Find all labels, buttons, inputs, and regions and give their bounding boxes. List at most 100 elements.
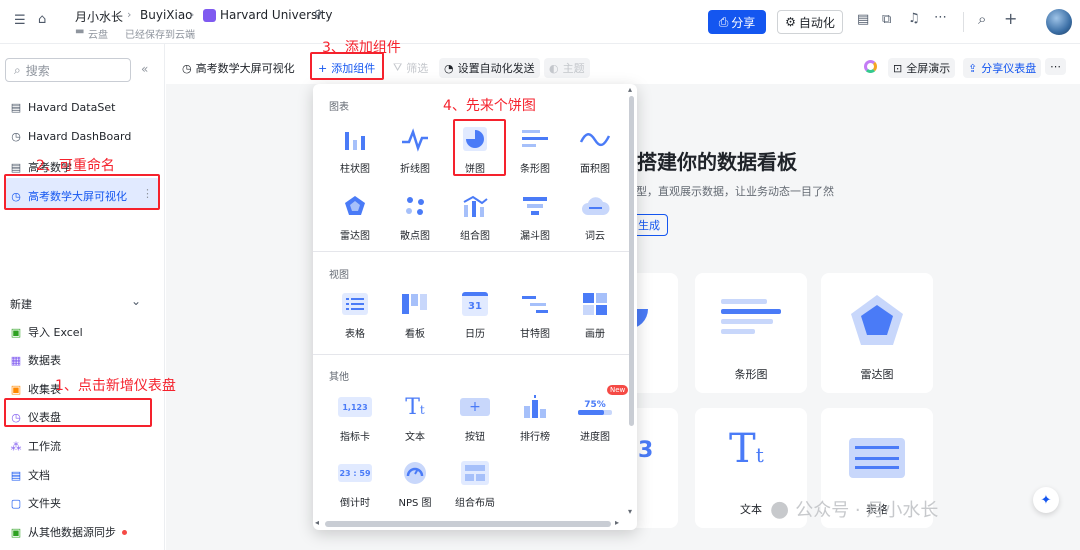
avatar[interactable] <box>1046 9 1072 35</box>
component-metric-card[interactable]: 1,123 指标卡 <box>327 390 383 443</box>
location-label[interactable]: 云盘 <box>88 26 108 41</box>
search-icon[interactable]: ⌕ <box>978 10 986 28</box>
component-leaderboard[interactable]: 排行榜 <box>507 390 563 443</box>
gantt-icon <box>507 287 563 321</box>
scroll-right-arrow[interactable]: ▸ <box>615 518 619 527</box>
metric-card-icon: 1,123 <box>327 390 383 424</box>
leaderboard-icon <box>507 390 563 424</box>
section-title-others: 其他 <box>329 372 349 383</box>
chevron-down-icon[interactable]: ⌄ <box>131 294 141 308</box>
share-button[interactable]: ⎙ 分享 <box>708 10 766 34</box>
more-button[interactable]: ⋯ <box>1045 58 1066 75</box>
vertical-scrollbar[interactable] <box>629 96 634 426</box>
fullscreen-button[interactable]: ⊡ 全屏演示 <box>888 58 956 78</box>
scroll-down-arrow[interactable]: ▾ <box>628 507 632 516</box>
more-icon[interactable]: ⋯ <box>934 10 947 25</box>
component-button[interactable]: + 按钮 <box>447 390 503 443</box>
combo-chart-icon <box>447 189 503 223</box>
table-icon <box>849 438 905 478</box>
new-sync-source[interactable]: ▣ 从其他数据源同步 <box>10 524 127 540</box>
annotation-step1: 1、点击新增仪表盘 <box>55 378 176 394</box>
breadcrumb-item-1[interactable]: 月小水长 <box>75 8 123 25</box>
component-funnel-chart[interactable]: 漏斗图 <box>507 189 563 242</box>
share-dashboard-button[interactable]: ⇪ 分享仪表盘 <box>963 58 1042 78</box>
calendar-icon: 31 <box>447 287 503 321</box>
new-import-excel[interactable]: ▣ 导入 Excel <box>10 324 83 340</box>
pin-icon[interactable]: ⚲ <box>314 8 322 21</box>
sidebar-item-havard-dashboard[interactable]: ◷ Havard DashBoard <box>10 130 131 143</box>
new-section-label: 新建 <box>10 298 32 311</box>
red-dot-badge <box>122 529 127 535</box>
plus-icon[interactable]: + <box>1004 9 1017 28</box>
form-icon[interactable]: ▤ <box>857 12 869 27</box>
funnel-chart-icon <box>507 189 563 223</box>
sidebar-item-havard-dataset[interactable]: ▤ Havard DataSet <box>10 101 116 114</box>
search-input[interactable]: ⌕ 搜索 <box>5 58 131 82</box>
component-countdown[interactable]: 23 : 59 倒计时 <box>327 456 383 509</box>
component-bar-chart[interactable]: 柱状图 <box>327 122 383 175</box>
clock-icon: ◔ <box>444 61 454 75</box>
cloud-icon <box>567 189 623 223</box>
sparkle-icon: ✦ <box>1040 492 1052 508</box>
new-folder[interactable]: ▢ 文件夹 <box>10 495 61 511</box>
chevron-right-icon: › <box>127 8 132 21</box>
divider <box>313 251 629 252</box>
dashboard-toolbar: ◷ 高考数学大屏可视化 + 添加组件 ⛛ 筛选 ◔ 设置自动化发送 ◐ 主题 ⊡ 全屏演示 … <box>166 55 1080 83</box>
component-word-cloud[interactable]: 词云 <box>567 189 623 242</box>
divider <box>963 12 964 32</box>
component-combo-chart[interactable]: 组合图 <box>447 189 503 242</box>
hero-subtitle: 型，直观展示数据，让业务动态一目了然 <box>636 185 834 198</box>
wechat-icon: ● <box>770 496 790 522</box>
component-line-chart[interactable]: 折线图 <box>387 122 443 175</box>
component-kanban-view[interactable]: 看板 <box>387 287 443 340</box>
new-workflow[interactable]: ⁂ 工作流 <box>10 438 62 454</box>
present-icon: ⊡ <box>893 61 903 75</box>
template-card-bar[interactable]: 条形图 <box>695 273 807 393</box>
divider <box>313 354 629 355</box>
component-nps[interactable]: NPS 图 <box>387 456 443 509</box>
share-icon: ⎙ <box>718 14 729 29</box>
card-label: 条形图 <box>734 368 768 381</box>
component-progress[interactable]: 75% 进度图 <box>567 390 623 443</box>
bar-chart-icon <box>327 122 383 156</box>
component-text[interactable]: Tt 文本 <box>387 390 443 444</box>
component-calendar-view[interactable]: 31 日历 <box>447 287 503 340</box>
theme-button[interactable]: ◐ 主题 <box>544 58 590 78</box>
new-datasheet[interactable]: ▦ 数据表 <box>10 352 61 368</box>
new-doc[interactable]: ▤ 文档 <box>10 467 50 483</box>
metric-number: 3 <box>638 438 654 463</box>
component-row-chart[interactable]: 条形图 <box>507 122 563 175</box>
card-label: 文本 <box>740 503 762 516</box>
table-icon: ▦ <box>10 353 22 367</box>
component-table-view[interactable]: 表格 <box>327 287 383 340</box>
component-scatter-chart[interactable]: 散点图 <box>387 189 443 242</box>
component-area-chart[interactable]: 面积图 <box>567 122 623 175</box>
row-chart-icon <box>507 122 563 156</box>
breadcrumb-item-2[interactable]: BuyiXiao <box>140 8 193 22</box>
filter-button[interactable]: ⛛ 筛选 <box>393 60 428 76</box>
component-radar-chart[interactable]: 雷达图 <box>327 189 383 242</box>
button-icon: + <box>447 390 503 424</box>
extension-icon[interactable]: ⧉ <box>882 12 891 27</box>
ai-assistant-button[interactable]: ✦ <box>1033 487 1059 513</box>
auto-send-button[interactable]: ◔ 设置自动化发送 <box>439 58 540 78</box>
automation-button[interactable]: ⚙ 自动化 <box>777 10 843 34</box>
component-layout-group[interactable]: 组合布局 <box>447 456 503 509</box>
folder-icon: ▢ <box>10 496 22 510</box>
home-icon[interactable]: ⌂ <box>38 12 46 27</box>
template-card-radar[interactable]: 雷达图 <box>821 273 933 393</box>
component-gallery-view[interactable]: 画册 <box>567 287 623 340</box>
scroll-up-arrow[interactable]: ▴ <box>628 85 632 94</box>
new-form[interactable]: ▣ 收集表 <box>10 381 61 397</box>
chevron-right-icon: › <box>190 8 195 21</box>
top-bar: ☰ ⌂ 月小水长 › BuyiXiao › Harvard University… <box>0 0 1080 44</box>
collapse-sidebar-icon[interactable]: « <box>141 62 148 76</box>
menu-icon[interactable]: ☰ <box>14 13 26 28</box>
scroll-left-arrow[interactable]: ◂ <box>315 518 319 527</box>
color-theme-icon[interactable] <box>864 60 877 73</box>
table-icon <box>327 287 383 321</box>
bell-icon[interactable]: ♫ <box>908 11 920 26</box>
table-icon: ▤ <box>10 101 22 114</box>
horizontal-scrollbar[interactable] <box>325 521 611 527</box>
component-gantt-view[interactable]: 甘特图 <box>507 287 563 340</box>
